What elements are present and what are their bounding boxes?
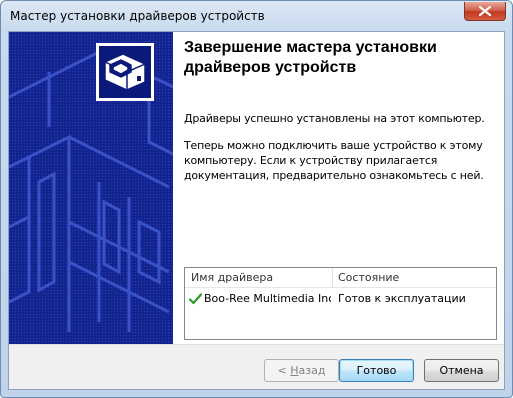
wizard-banner [9,32,173,344]
finish-button[interactable]: Готово [339,359,414,382]
column-divider[interactable] [332,268,333,287]
driver-list[interactable]: Имя драйвера Состояние Boo-Ree Multimedi… [184,267,497,340]
wizard-content: Завершение мастера установки драйверов у… [173,32,504,344]
driver-status-cell: Готов к эксплуатации [338,292,466,305]
back-button-prefix: < [277,364,291,377]
back-button-label: азад [298,364,326,377]
back-button[interactable]: < Назад [264,359,339,382]
close-button[interactable] [464,2,506,21]
green-check-icon [189,293,202,305]
hardware-illustration-icon [9,32,173,344]
page-title: Завершение мастера установки драйверов у… [184,39,437,76]
column-header-driver-name[interactable]: Имя драйвера [191,271,273,284]
success-message: Драйверы успешно установлены на этот ком… [184,112,485,125]
close-icon [479,6,491,16]
window-title: Мастер установки драйверов устройств [10,9,265,23]
table-row[interactable]: Boo-Ree Multimedia Inc.... Готов к экспл… [185,291,496,308]
instructions-text: Теперь можно подключить ваше устройство … [184,139,484,182]
column-header-status[interactable]: Состояние [338,271,399,284]
wizard-client-area: Завершение мастера установки драйверов у… [8,31,505,390]
cancel-button[interactable]: Отмена [424,359,499,382]
title-bar[interactable]: Мастер установки драйверов устройств [1,1,512,31]
driver-list-header: Имя драйвера Состояние [185,268,496,288]
back-button-accelerator: Н [290,364,299,377]
wizard-window: Мастер установки драйверов устройств Зав… [0,0,513,398]
driver-name-cell: Boo-Ree Multimedia Inc.... [204,292,331,305]
button-bar: < Назад Готово Отмена [9,344,504,389]
